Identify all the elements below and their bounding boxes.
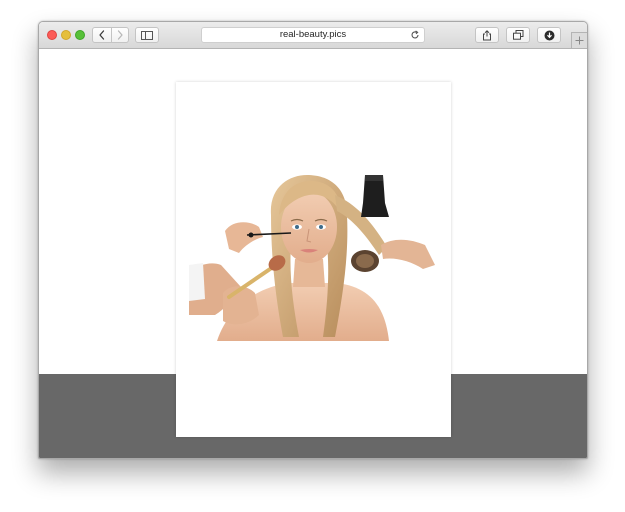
page-viewport <box>39 49 587 458</box>
address-bar[interactable]: real-beauty.pics <box>201 27 425 43</box>
browser-window: real-beauty.pics <box>38 21 588 459</box>
show-tabs-button[interactable] <box>506 27 530 43</box>
downloads-button[interactable] <box>537 27 561 43</box>
forward-button[interactable] <box>111 28 129 42</box>
browser-toolbar: real-beauty.pics <box>39 22 587 49</box>
zoom-window-button[interactable] <box>75 30 85 40</box>
image-card <box>176 82 451 437</box>
download-icon <box>544 30 554 40</box>
screenshot-stage: real-beauty.pics <box>0 0 625 512</box>
tabs-icon <box>512 30 523 40</box>
chevron-left-icon <box>99 30 105 40</box>
plus-icon <box>575 36 584 45</box>
reload-icon[interactable] <box>410 30 420 40</box>
close-window-button[interactable] <box>47 30 57 40</box>
new-tab-button[interactable] <box>571 32 587 48</box>
sidebar-toggle-button[interactable] <box>135 27 159 43</box>
chevron-right-icon <box>117 30 123 40</box>
navigation-button-group <box>92 27 129 43</box>
back-button[interactable] <box>93 28 112 42</box>
share-button[interactable] <box>475 27 499 43</box>
beauty-makeover-photo <box>189 175 435 341</box>
sidebar-icon <box>141 30 153 40</box>
minimize-window-button[interactable] <box>61 30 71 40</box>
address-url: real-beauty.pics <box>279 29 347 40</box>
share-icon <box>483 29 491 40</box>
